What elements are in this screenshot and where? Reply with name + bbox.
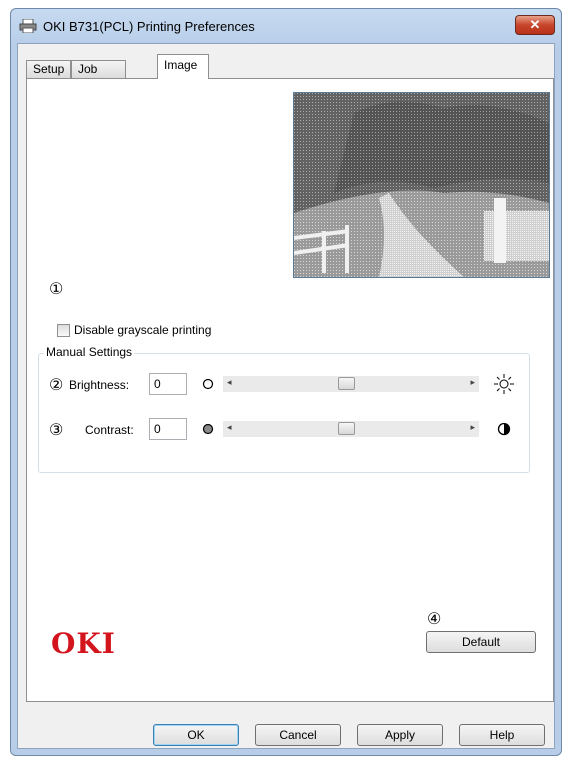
- ok-button[interactable]: OK: [153, 724, 239, 746]
- sun-icon: [494, 374, 514, 394]
- callout-marker-1: ①: [49, 281, 64, 298]
- oki-logo: OKI: [51, 627, 116, 660]
- brightness-slider-left-arrow[interactable]: ◂: [227, 377, 232, 388]
- disable-grayscale-checkbox[interactable]: [57, 324, 70, 338]
- half-circle-icon: [497, 422, 511, 436]
- cancel-button[interactable]: Cancel: [255, 724, 341, 746]
- contrast-input[interactable]: 0: [149, 418, 187, 440]
- title-bar[interactable]: OKI B731(PCL) Printing Preferences ✕: [11, 9, 561, 43]
- disable-grayscale-label: Disable grayscale printing: [74, 323, 212, 337]
- tab-setup-label: Setup: [33, 62, 65, 76]
- manual-settings-group: [38, 353, 530, 473]
- disable-grayscale-row[interactable]: Disable grayscale printing: [57, 323, 212, 338]
- callout-marker-3: ③: [49, 422, 64, 439]
- circle-outline-icon: [202, 378, 214, 390]
- tab-image-label: Image: [164, 58, 198, 72]
- tab-setup[interactable]: Setup: [26, 60, 72, 78]
- printing-preferences-window: OKI B731(PCL) Printing Preferences ✕ Set…: [10, 8, 562, 756]
- contrast-label: Contrast:: [85, 423, 134, 437]
- callout-marker-2: ②: [49, 377, 64, 394]
- brightness-slider[interactable]: ◂ ▸: [223, 376, 479, 392]
- brightness-label: Brightness:: [69, 378, 130, 392]
- dialog-client: Setup Job Options Image: [17, 43, 555, 749]
- contrast-slider-thumb[interactable]: [338, 422, 355, 435]
- contrast-slider-right-arrow[interactable]: ▸: [470, 422, 475, 433]
- contrast-slider[interactable]: ◂ ▸: [223, 421, 479, 437]
- brightness-slider-right-arrow[interactable]: ▸: [470, 377, 475, 388]
- manual-settings-label: Manual Settings: [44, 345, 135, 359]
- image-tab-panel: ① Disable grayscale printing Manual Sett…: [26, 78, 554, 702]
- brightness-input[interactable]: 0: [149, 373, 187, 395]
- gray-circle-icon: [202, 423, 214, 435]
- printer-icon: [19, 19, 37, 33]
- callout-marker-4: ④: [427, 611, 442, 628]
- close-icon: ✕: [529, 17, 541, 32]
- contrast-slider-left-arrow[interactable]: ◂: [227, 422, 232, 433]
- brightness-slider-thumb[interactable]: [338, 377, 355, 390]
- tab-job-options[interactable]: Job Options: [71, 60, 127, 93]
- window-title: OKI B731(PCL) Printing Preferences: [43, 19, 255, 34]
- apply-button[interactable]: Apply: [357, 724, 443, 746]
- image-preview: [293, 92, 550, 278]
- close-button[interactable]: ✕: [515, 15, 555, 35]
- help-button[interactable]: Help: [459, 724, 545, 746]
- default-button[interactable]: Default: [426, 631, 536, 653]
- tab-image[interactable]: Image: [157, 54, 209, 79]
